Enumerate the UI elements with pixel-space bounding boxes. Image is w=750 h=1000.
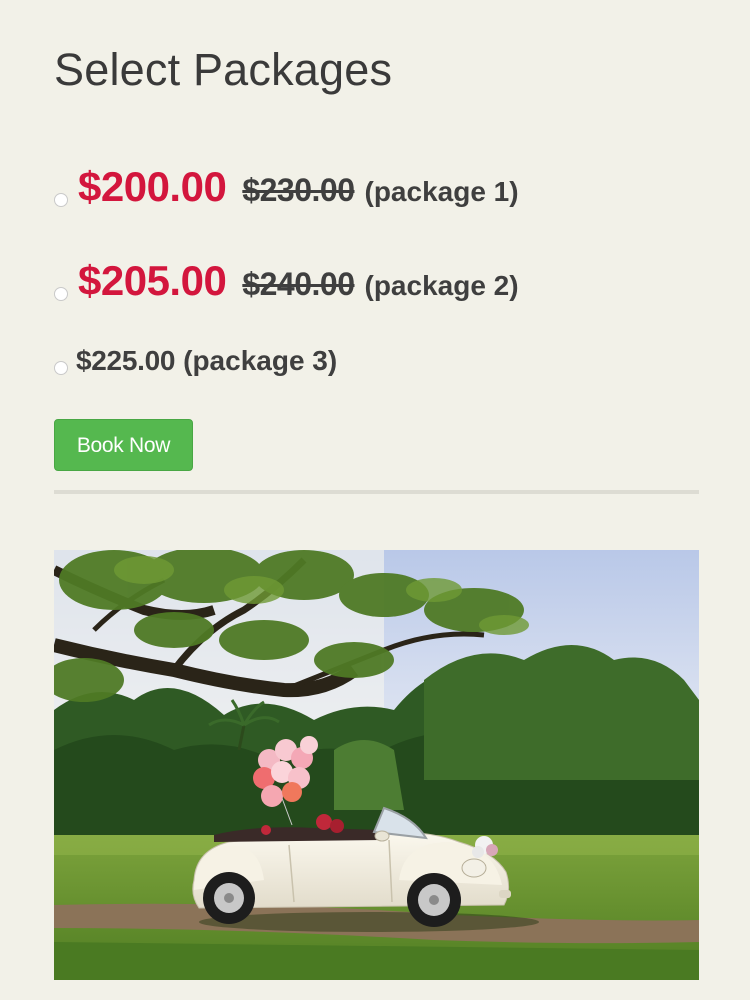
package-3-radio[interactable] <box>54 361 68 375</box>
package-3-label: (package 3) <box>183 345 338 376</box>
package-option-1[interactable]: $200.00 $230.00 (package 1) <box>54 163 519 211</box>
package-2-label: (package 2) <box>364 270 519 301</box>
package-3-price: $225.00 <box>76 345 176 376</box>
package-2-regular-price: $240.00 <box>242 266 355 302</box>
wedding-car-image <box>54 550 699 980</box>
package-1-label: (package 1) <box>364 176 519 207</box>
package-1-regular-price: $230.00 <box>242 172 355 208</box>
section-divider <box>54 490 699 494</box>
wedding-car-photo <box>54 550 699 980</box>
page: Select Packages $200.00 $230.00 (package… <box>0 0 750 1000</box>
package-2-sale-price: $205.00 <box>78 257 227 304</box>
package-2-radio[interactable] <box>54 287 68 301</box>
package-option-2[interactable]: $205.00 $240.00 (package 2) <box>54 257 519 305</box>
page-title: Select Packages <box>54 44 393 95</box>
package-1-radio[interactable] <box>54 193 68 207</box>
package-option-3[interactable]: $225.00 (package 3) <box>54 345 337 377</box>
package-1-sale-price: $200.00 <box>78 163 227 210</box>
book-now-button[interactable]: Book Now <box>54 419 193 471</box>
